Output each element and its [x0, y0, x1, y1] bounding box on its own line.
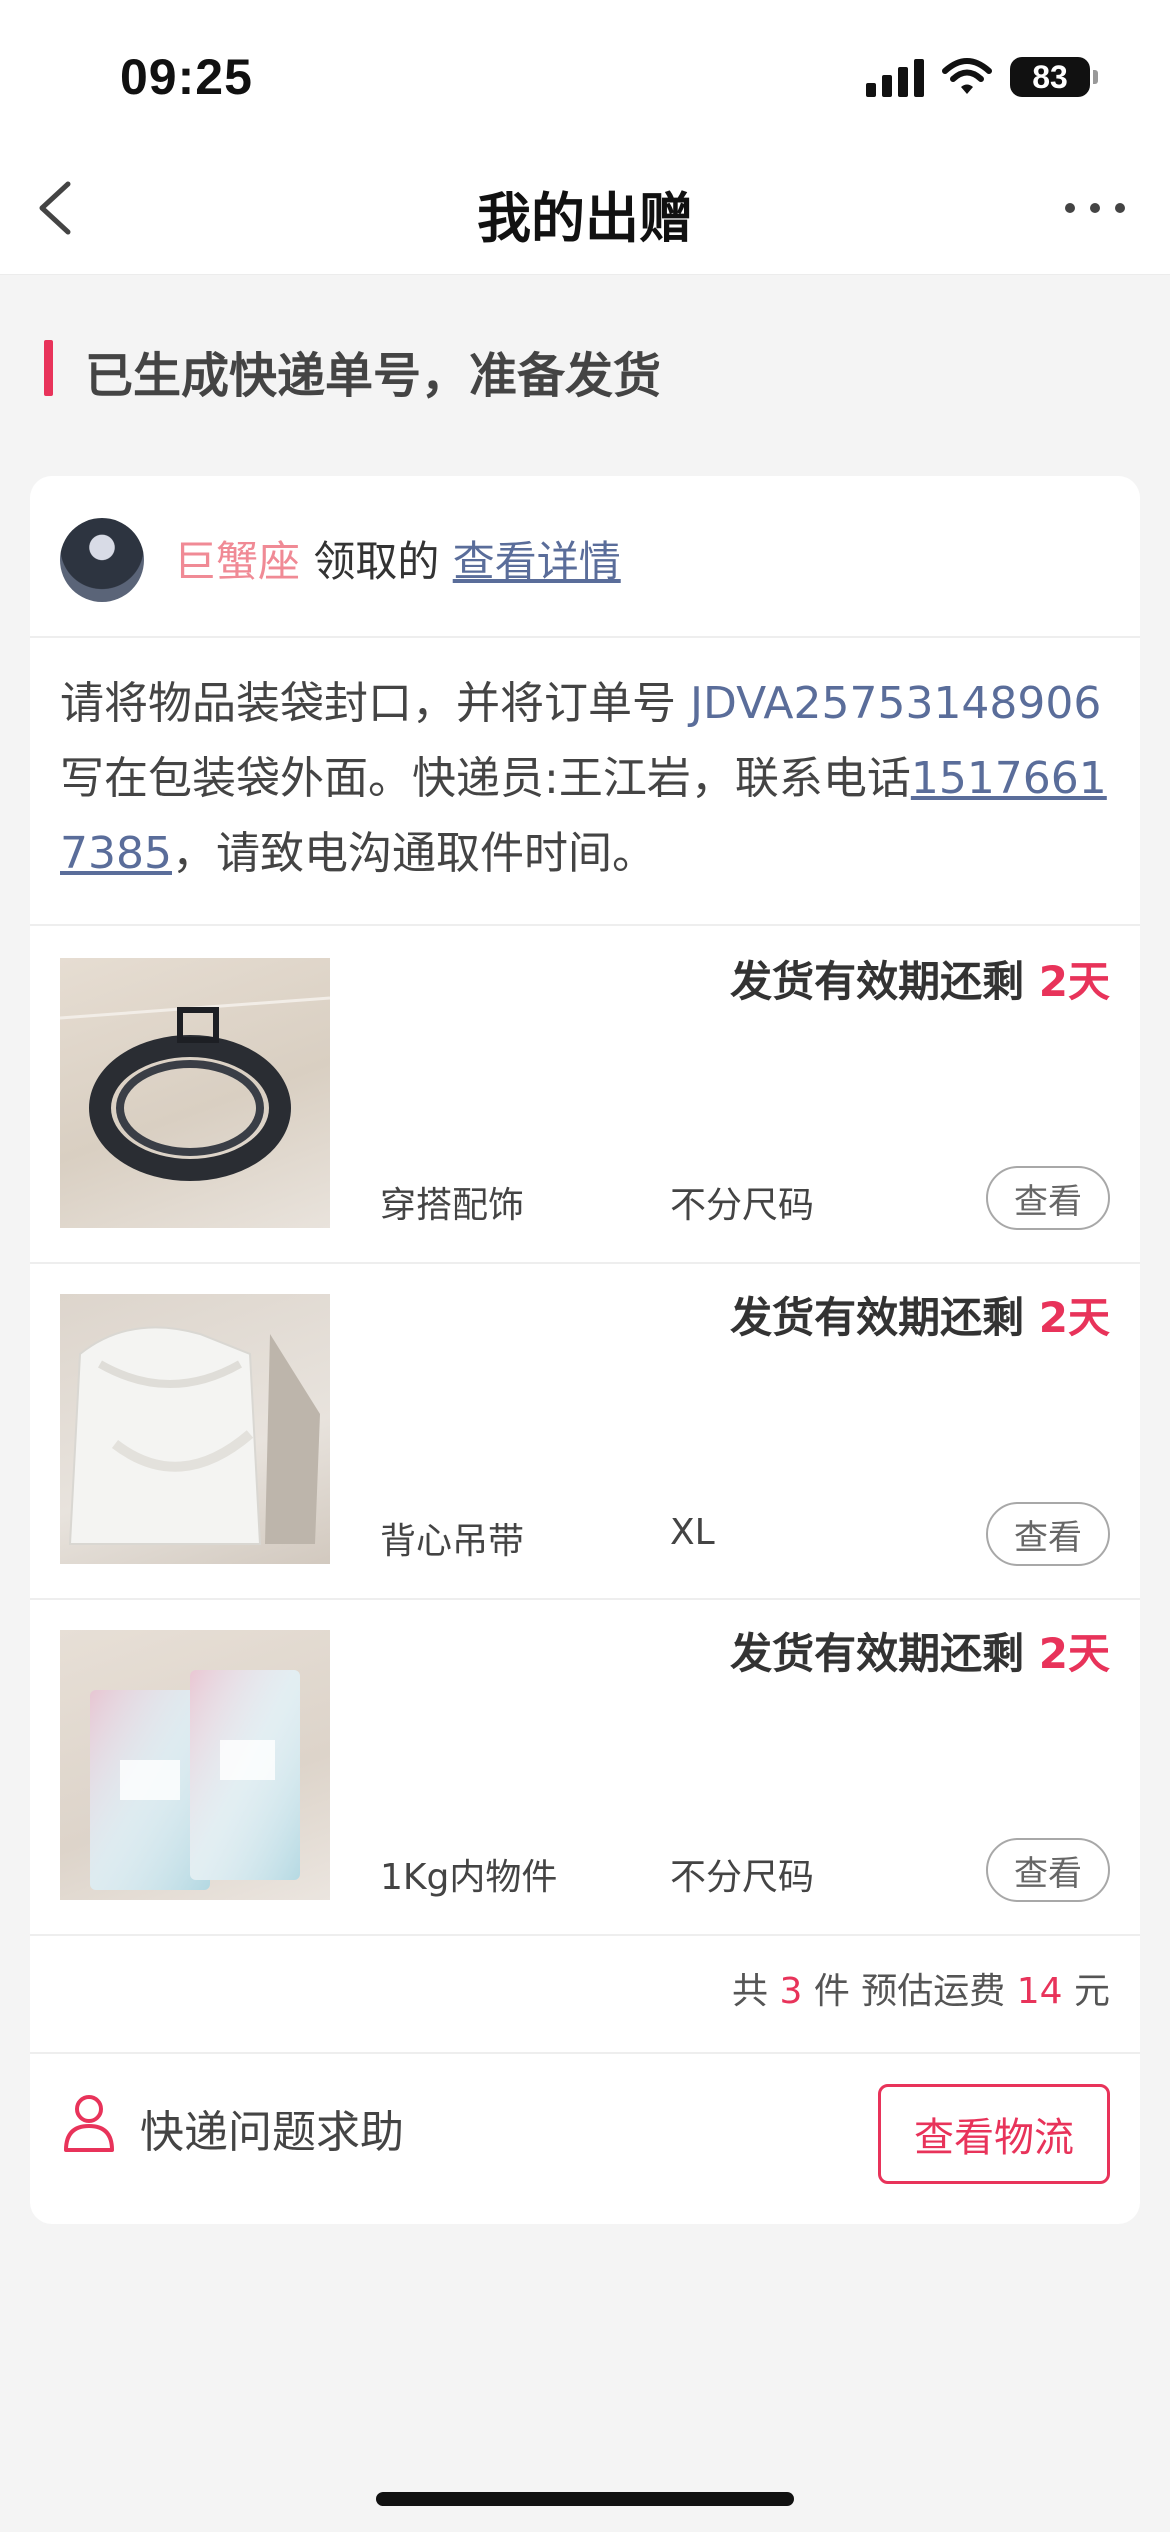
received-text: 领取的 — [300, 537, 453, 586]
receiver-name: 巨蟹座 — [174, 537, 301, 586]
shipping-deadline: 发货有效期还剩 2天 — [730, 1284, 1110, 1345]
deadline-days: 2天 — [1038, 957, 1110, 1006]
battery-level: 83 — [1032, 58, 1068, 95]
item-row: 发货有效期还剩 2天 1Kg内物件 不分尺码 查看 — [30, 1598, 1140, 1934]
wifi-icon — [942, 58, 992, 94]
battery-icon: 83 — [1010, 57, 1098, 97]
item-row: 发货有效期还剩 2天 穿搭配饰 不分尺码 查看 — [30, 926, 1140, 1262]
section-accent-bar — [44, 340, 53, 396]
deadline-days: 2天 — [1038, 1293, 1110, 1342]
item-category: 背心吊带 — [380, 1521, 525, 1562]
item-size: 不分尺码 — [670, 1857, 815, 1898]
person-icon[interactable] — [62, 2092, 116, 2152]
home-indicator[interactable] — [376, 2492, 794, 2506]
item-size: XL — [670, 1512, 715, 1553]
instruction-text: ，请致电沟通取件时间。 — [171, 828, 656, 879]
instruction-text: 写在包装袋外面。快递员:王江岩，联系电话 — [60, 753, 911, 804]
order-summary: 共 3 件 预估运费 14 元 — [732, 1962, 1110, 2014]
status-bar: 09:25 83 — [0, 0, 1170, 140]
item-row: 发货有效期还剩 2天 背心吊带 XL 查看 — [30, 1262, 1140, 1598]
deadline-label: 发货有效期还剩 — [730, 1629, 1039, 1678]
summary-text: 元 — [1062, 1971, 1110, 2012]
courier-help-link[interactable]: 快递问题求助 — [140, 2096, 404, 2160]
summary-text: 共 — [732, 1971, 780, 2012]
nav-bar: 我的出赠 — [0, 140, 1170, 275]
page-title: 我的出赠 — [477, 187, 693, 250]
shipping-deadline: 发货有效期还剩 2天 — [730, 1620, 1110, 1681]
instruction-text: 请将物品装袋封口，并将订单号 — [60, 678, 690, 729]
divider — [30, 1934, 1140, 1936]
view-item-button[interactable]: 查看 — [986, 1166, 1110, 1230]
item-photo-packages — [60, 1630, 330, 1900]
shipping-deadline: 发货有效期还剩 2天 — [730, 948, 1110, 1009]
view-detail-link[interactable]: 查看详情 — [453, 537, 621, 586]
section-title: 已生成快递单号，准备发货 — [85, 348, 662, 404]
view-logistics-button[interactable]: 查看物流 — [878, 2084, 1110, 2184]
item-category: 1Kg内物件 — [380, 1857, 558, 1898]
cellular-signal-icon — [866, 57, 924, 97]
item-count: 3 — [779, 1971, 803, 2012]
receiver-line: 巨蟹座 领取的 查看详情 — [174, 528, 621, 589]
status-time: 09:25 — [120, 49, 253, 105]
view-item-button[interactable]: 查看 — [986, 1838, 1110, 1902]
shipping-instructions: 请将物品装袋封口，并将订单号 JDVA25753148906 写在包装袋外面。快… — [60, 666, 1120, 891]
more-horizontal-icon[interactable] — [1060, 190, 1130, 226]
shipping-fee: 14 — [1016, 1971, 1063, 2012]
item-size: 不分尺码 — [670, 1185, 815, 1226]
deadline-label: 发货有效期还剩 — [730, 1293, 1039, 1342]
status-icons: 83 — [866, 52, 1098, 102]
summary-text: 件 预估运费 — [802, 1971, 1017, 2012]
deadline-label: 发货有效期还剩 — [730, 957, 1039, 1006]
item-category: 穿搭配饰 — [380, 1185, 525, 1226]
item-photo-belt — [60, 958, 330, 1228]
order-number: JDVA25753148906 — [690, 678, 1102, 729]
item-photo-tank-top — [60, 1294, 330, 1564]
divider — [30, 636, 1140, 638]
avatar — [60, 518, 144, 602]
view-item-button[interactable]: 查看 — [986, 1502, 1110, 1566]
divider — [30, 2052, 1140, 2054]
donation-card: 巨蟹座 领取的 查看详情 请将物品装袋封口，并将订单号 JDVA25753148… — [30, 476, 1140, 2224]
deadline-days: 2天 — [1038, 1629, 1110, 1678]
